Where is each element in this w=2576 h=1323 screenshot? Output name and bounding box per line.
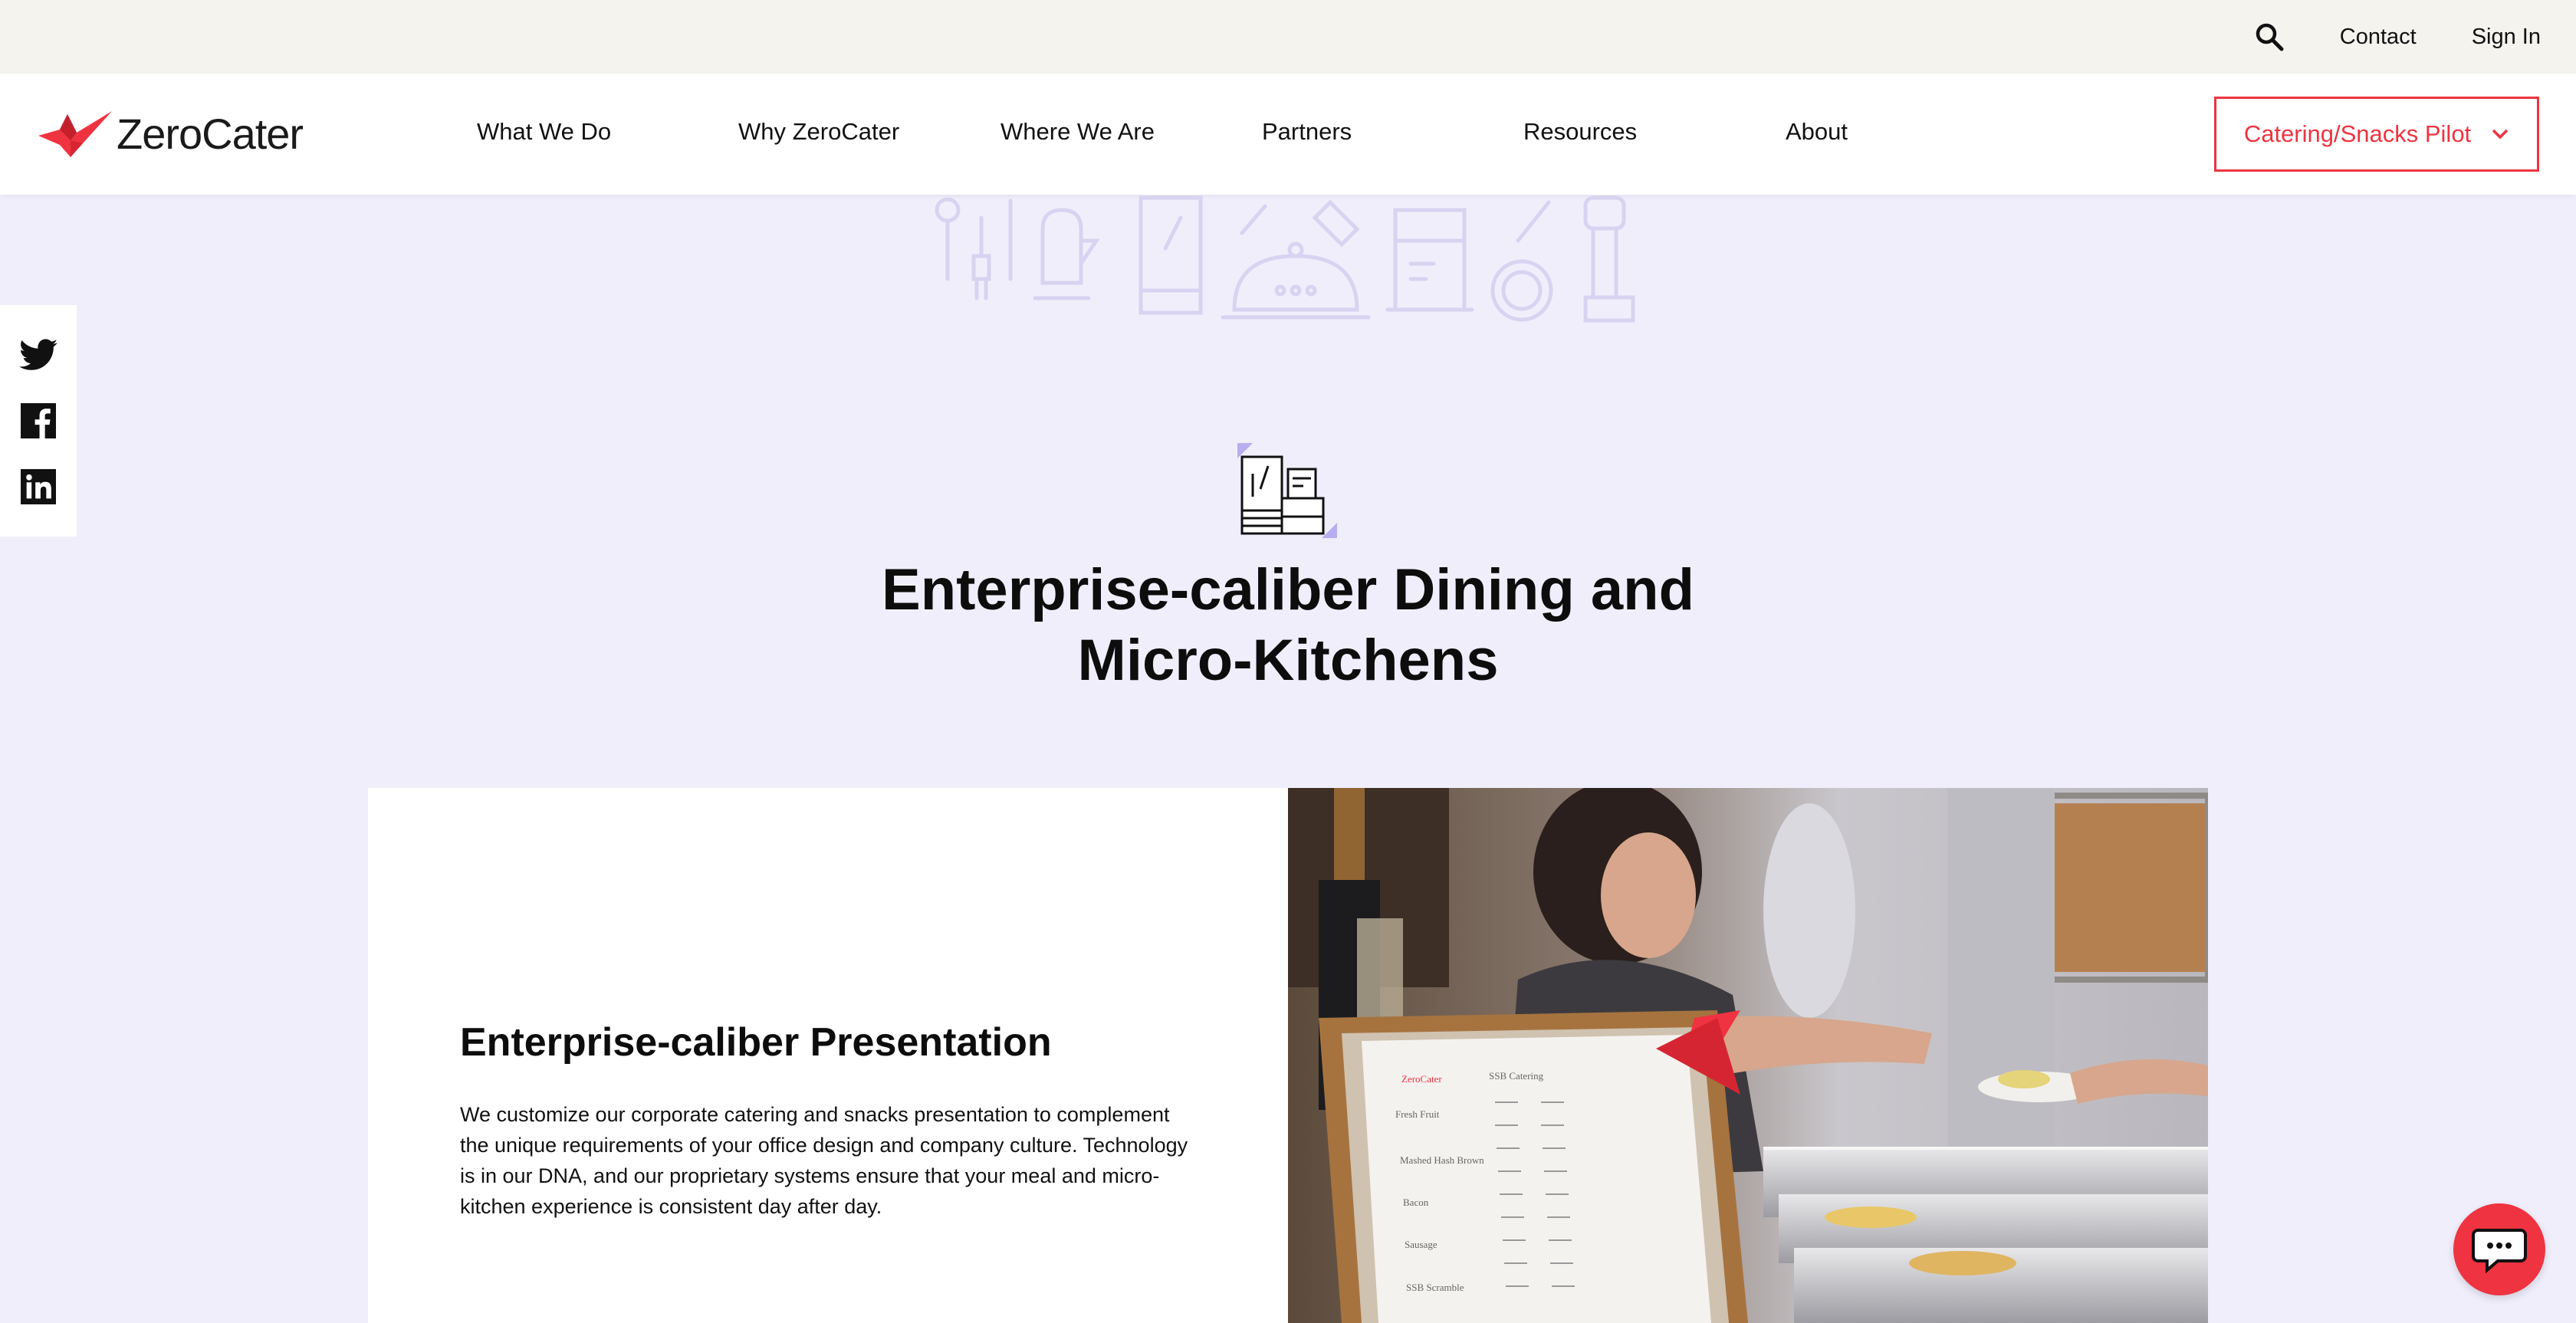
chevron-down-icon [2492, 129, 2509, 140]
search-icon[interactable] [2252, 20, 2286, 54]
contact-link[interactable]: Contact [2340, 25, 2417, 50]
chat-bubble-icon [2472, 1229, 2527, 1273]
cta-label: Catering/Snacks Pilot [2243, 120, 2472, 147]
page-title-line-1: Enterprise-caliber Dining and [882, 557, 1694, 622]
menu-item: Sausage [1405, 1239, 1438, 1250]
catering-photo-illustration: ZeroCater SSB Catering Fresh Fruit Mashe… [1288, 788, 2208, 1323]
menu-item: Bacon [1403, 1197, 1429, 1208]
micro-kitchen-icon [1237, 443, 1337, 538]
twitter-icon[interactable] [19, 336, 58, 374]
social-share-bar [0, 305, 77, 537]
feature-card: Enterprise-caliber Presentation We custo… [368, 788, 2208, 1323]
kitchen-illustration [935, 195, 1635, 323]
menu-heading: SSB Catering [1489, 1070, 1544, 1082]
menu-item: Fresh Fruit [1395, 1108, 1440, 1120]
nav-where-we-are[interactable]: Where We Are [1001, 118, 1155, 146]
sign-in-link[interactable]: Sign In [2472, 25, 2541, 50]
catering-photo: ZeroCater SSB Catering Fresh Fruit Mashe… [1288, 788, 2208, 1323]
menu-item: SSB Scramble [1406, 1282, 1464, 1293]
nav-about[interactable]: About [1786, 118, 1848, 146]
menu-brand-mark: ZeroCater [1401, 1073, 1442, 1085]
nav-partners[interactable]: Partners [1262, 118, 1352, 146]
main-nav: ZeroCater What We Do Why ZeroCater Where… [0, 74, 2576, 195]
feature-heading: Enterprise-caliber Presentation [460, 1020, 1052, 1065]
facebook-icon[interactable] [19, 402, 58, 440]
page-title-line-2: Micro-Kitchens [1077, 628, 1499, 693]
menu-item: Mashed Hash Brown [1400, 1154, 1484, 1166]
page-title: Enterprise-caliber Dining and Micro-Kitc… [751, 555, 1825, 696]
feature-body: We customize our corporate catering and … [460, 1103, 1188, 1218]
nav-why-zerocater[interactable]: Why ZeroCater [738, 118, 899, 146]
crane-logo-icon [38, 111, 112, 157]
utility-bar: Contact Sign In [0, 0, 2576, 74]
nav-resources[interactable]: Resources [1523, 118, 1637, 146]
logo-text: ZeroCater [117, 109, 304, 158]
feature-text: Enterprise-caliber Presentation We custo… [368, 788, 1288, 1323]
nav-what-we-do[interactable]: What We Do [477, 118, 611, 146]
catering-snacks-pilot-button[interactable]: Catering/Snacks Pilot [2214, 97, 2539, 172]
chat-button[interactable] [2453, 1203, 2545, 1295]
linkedin-icon[interactable] [19, 468, 58, 506]
logo[interactable]: ZeroCater [37, 101, 304, 166]
